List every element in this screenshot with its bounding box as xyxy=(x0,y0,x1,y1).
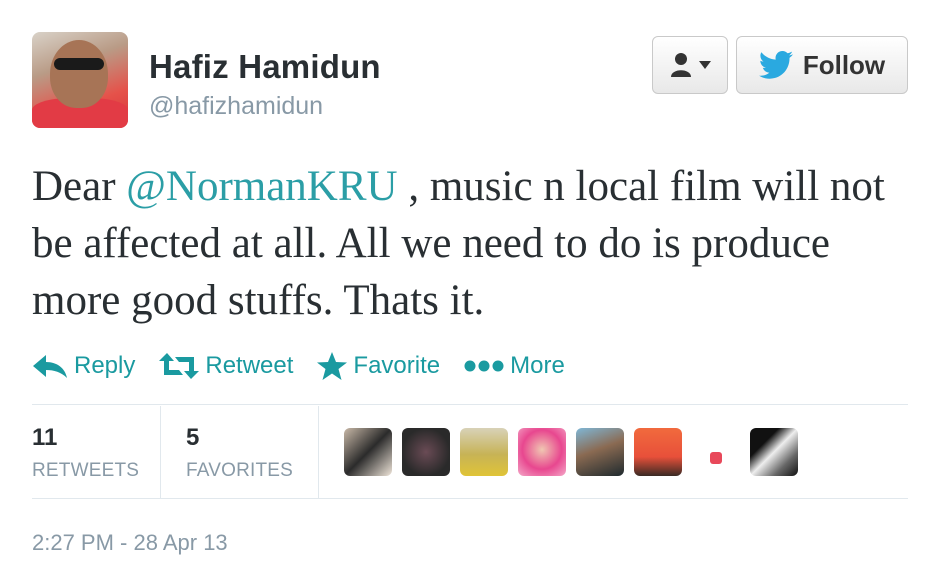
favorites-stat[interactable]: 5 FAVORITES xyxy=(186,406,316,498)
user-actions-dropdown[interactable] xyxy=(652,36,728,94)
favoriter-avatar[interactable] xyxy=(460,428,508,476)
divider-bottom xyxy=(32,498,908,499)
favoriter-avatar[interactable] xyxy=(634,428,682,476)
twitter-bird-icon xyxy=(758,51,793,79)
retweets-label: RETWEETS xyxy=(32,460,140,481)
favorite-action[interactable]: Favorite xyxy=(317,352,440,380)
follow-button[interactable]: Follow xyxy=(736,36,908,94)
favorites-label: FAVORITES xyxy=(186,460,294,481)
ellipsis-icon xyxy=(464,360,504,372)
retweet-action[interactable]: Retweet xyxy=(159,352,293,380)
retweets-count: 11 xyxy=(32,424,58,451)
star-icon xyxy=(317,352,348,380)
favoriter-avatar[interactable] xyxy=(692,428,740,476)
retweet-icon xyxy=(159,353,200,379)
tweet-stats: 11 RETWEETS 5 FAVORITES xyxy=(32,406,908,498)
more-action[interactable]: More xyxy=(464,352,565,380)
stats-divider xyxy=(318,406,319,498)
avatar-face xyxy=(50,40,108,108)
follow-button-label: Follow xyxy=(802,49,886,80)
cake-icon xyxy=(710,452,722,464)
favoriter-avatars xyxy=(344,428,798,476)
retweet-label: Retweet xyxy=(205,352,294,379)
mention-link[interactable]: @NormanKRU xyxy=(126,163,397,210)
favoriter-avatar[interactable] xyxy=(518,428,566,476)
stats-divider xyxy=(160,406,161,498)
reply-label: Reply xyxy=(74,352,136,379)
tweet-header: Hafiz Hamidun @hafizhamidun Follow xyxy=(32,32,908,132)
tweet-text: Dear @NormanKRU , music n local film wil… xyxy=(32,158,912,329)
divider-top xyxy=(32,404,908,405)
favoriter-avatar[interactable] xyxy=(344,428,392,476)
user-handle[interactable]: @hafizhamidun xyxy=(149,92,323,121)
avatar[interactable] xyxy=(32,32,128,128)
favorite-label: Favorite xyxy=(353,352,441,379)
reply-action[interactable]: Reply xyxy=(32,352,135,380)
favoriter-avatar[interactable] xyxy=(402,428,450,476)
tweet-text-prefix: Dear xyxy=(32,163,127,210)
favoriter-avatar[interactable] xyxy=(576,428,624,476)
favoriter-avatar[interactable] xyxy=(750,428,798,476)
caret-down-icon xyxy=(699,61,711,69)
tweet-actions: Reply Retweet Favorite More xyxy=(32,346,565,386)
retweets-stat[interactable]: 11 RETWEETS xyxy=(32,406,160,498)
more-label: More xyxy=(510,352,565,379)
tweet-timestamp[interactable]: 2:27 PM - 28 Apr 13 xyxy=(32,530,228,556)
reply-icon xyxy=(33,355,67,378)
favorites-count: 5 xyxy=(186,424,200,451)
display-name[interactable]: Hafiz Hamidun xyxy=(149,48,381,86)
avatar-sunglasses xyxy=(54,58,104,70)
person-icon xyxy=(671,53,691,77)
